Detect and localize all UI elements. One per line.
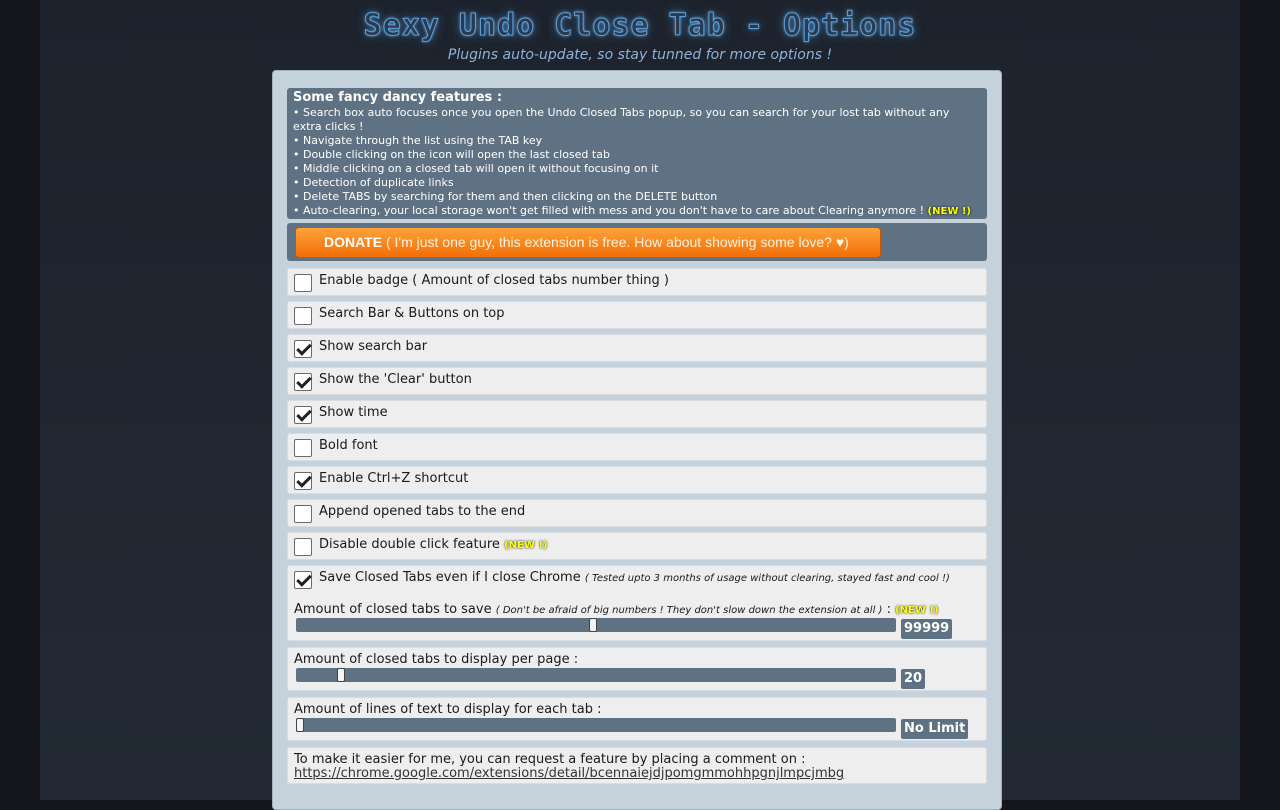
save-closed-tabs-block: Save Closed Tabs even if I close Chrome … [287, 565, 987, 641]
feature-item: • Middle clicking on a closed tab will o… [293, 162, 659, 175]
option-disable-double-click: Disable double click feature (NEW !) [287, 532, 987, 560]
feature-item-text: • Auto-clearing, your local storage won'… [293, 204, 925, 217]
option-label: Show search bar [319, 339, 428, 354]
option-label: Show the 'Clear' button [319, 372, 472, 387]
features-heading: Some fancy dancy features : [293, 90, 503, 105]
page-subtitle: Plugins auto-update, so stay tunned for … [447, 47, 833, 63]
option-show-time: Show time [287, 400, 987, 428]
feature-item: • Detection of duplicate links [293, 176, 454, 189]
slider-thumb[interactable] [337, 668, 345, 682]
option-show-clear-button: Show the 'Clear' button [287, 367, 987, 395]
new-badge: (NEW !) [895, 605, 939, 616]
new-badge: (NEW !) [504, 540, 548, 551]
feature-request-link[interactable]: https://chrome.google.com/extensions/det… [294, 766, 844, 781]
checkbox-search-bar-top[interactable] [294, 307, 312, 325]
options-panel: Some fancy dancy features : • Search box… [272, 70, 1002, 810]
amount-to-save-slider[interactable] [296, 618, 896, 632]
option-ctrl-z-shortcut: Enable Ctrl+Z shortcut [287, 466, 987, 494]
per-page-block: Amount of closed tabs to display per pag… [287, 647, 987, 691]
amount-to-save-suffix: : [882, 602, 891, 617]
checkbox-enable-badge[interactable] [294, 274, 312, 292]
per-page-slider[interactable] [296, 668, 896, 682]
save-closed-text: Save Closed Tabs even if I close Chrome [319, 570, 581, 585]
per-page-label: Amount of closed tabs to display per pag… [294, 652, 579, 667]
donate-label: DONATE [324, 234, 383, 250]
checkbox-append-tabs-end[interactable] [294, 505, 312, 523]
option-label: Enable Ctrl+Z shortcut [319, 471, 469, 486]
amount-to-save-text: Amount of closed tabs to save [294, 602, 492, 617]
save-closed-label: Save Closed Tabs even if I close Chrome … [319, 570, 950, 585]
feature-request-text: To make it easier for me, you can reques… [294, 752, 806, 767]
amount-to-save-label: Amount of closed tabs to save ( Don't be… [294, 602, 939, 617]
checkbox-ctrl-z-shortcut[interactable] [294, 472, 312, 490]
feature-item: • Navigate through the list using the TA… [293, 134, 543, 147]
checkbox-disable-double-click[interactable] [294, 538, 312, 556]
new-badge: (NEW !) [927, 206, 971, 217]
checkbox-show-clear-button[interactable] [294, 373, 312, 391]
option-label: Enable badge ( Amount of closed tabs num… [319, 273, 669, 288]
save-closed-note: ( Tested upto 3 months of usage without … [584, 573, 950, 584]
donate-message: ( I'm just one guy, this extension is fr… [382, 234, 849, 250]
feature-item: • Double clicking on the icon will open … [293, 148, 610, 161]
amount-to-save-note: ( Don't be afraid of big numbers ! They … [495, 605, 883, 616]
slider-thumb[interactable] [589, 618, 597, 632]
option-show-search-bar: Show search bar [287, 334, 987, 362]
feature-request-block: To make it easier for me, you can reques… [287, 747, 987, 784]
feature-item: • Auto-clearing, your local storage won'… [293, 204, 981, 219]
donate-button[interactable]: DONATE ( I'm just one guy, this extensio… [295, 227, 881, 258]
donate-bar: DONATE ( I'm just one guy, this extensio… [287, 223, 987, 261]
lines-value: No Limit [901, 719, 969, 739]
per-page-value: 20 [901, 669, 926, 689]
checkbox-show-time[interactable] [294, 406, 312, 424]
option-label-text: Disable double click feature [319, 537, 500, 552]
lines-label: Amount of lines of text to display for e… [294, 702, 602, 717]
checkbox-show-search-bar[interactable] [294, 340, 312, 358]
lines-block: Amount of lines of text to display for e… [287, 697, 987, 741]
option-label: Disable double click feature (NEW !) [319, 537, 547, 552]
option-enable-badge: Enable badge ( Amount of closed tabs num… [287, 268, 987, 296]
option-bold-font: Bold font [287, 433, 987, 461]
option-search-bar-top: Search Bar & Buttons on top [287, 301, 987, 329]
option-label: Search Bar & Buttons on top [319, 306, 505, 321]
checkbox-save-closed-tabs[interactable] [294, 571, 312, 589]
lines-slider[interactable] [296, 718, 896, 732]
features-box: Some fancy dancy features : • Search box… [287, 88, 987, 219]
page-title: Sexy Undo Close Tab - Options [363, 8, 917, 44]
option-label: Bold font [319, 438, 378, 453]
slider-thumb[interactable] [296, 718, 304, 732]
feature-item: • Search box auto focuses once you open … [293, 106, 950, 133]
feature-item: • Delete TABS by searching for them and … [293, 190, 718, 203]
option-append-tabs-end: Append opened tabs to the end [287, 499, 987, 527]
option-label: Append opened tabs to the end [319, 504, 526, 519]
checkbox-bold-font[interactable] [294, 439, 312, 457]
option-label: Show time [319, 405, 388, 420]
amount-to-save-value: 99999 [901, 619, 953, 639]
